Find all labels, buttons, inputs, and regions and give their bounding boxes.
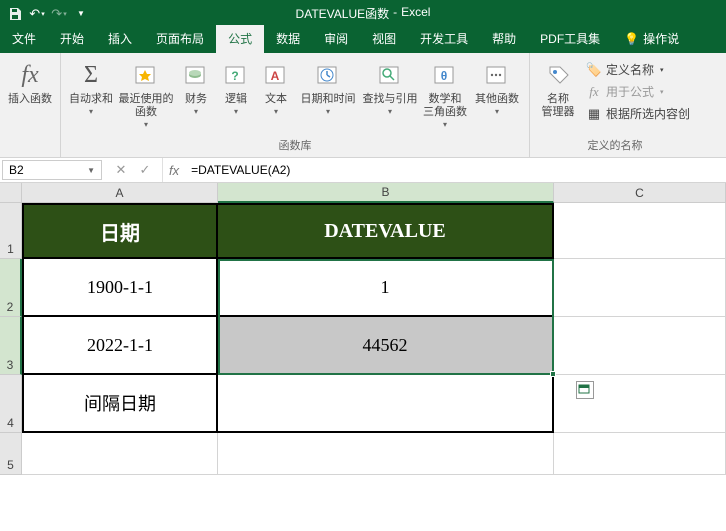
group-label-library: 函数库 bbox=[67, 135, 523, 155]
row-header-4[interactable]: 4 bbox=[0, 375, 22, 433]
tab-insert[interactable]: 插入 bbox=[96, 25, 144, 53]
window-title: DATEVALUE函数 - Excel bbox=[296, 5, 431, 22]
group-label bbox=[6, 135, 54, 151]
cell-c2[interactable] bbox=[554, 259, 726, 317]
redo-button[interactable]: ↷▾ bbox=[48, 3, 70, 25]
lookup-icon bbox=[374, 59, 406, 91]
doc-name: DATEVALUE函数 bbox=[296, 5, 390, 22]
ribbon-group-names: 名称 管理器 🏷️定义名称▾ fx用于公式▾ ▦根据所选内容创 定义的名称 bbox=[530, 53, 700, 157]
tab-review[interactable]: 审阅 bbox=[312, 25, 360, 53]
text-button[interactable]: A文本▾ bbox=[257, 57, 295, 117]
cell-a4[interactable]: 间隔日期 bbox=[22, 375, 218, 433]
financial-button[interactable]: 财务▾ bbox=[177, 57, 215, 117]
tab-dev[interactable]: 开发工具 bbox=[408, 25, 480, 53]
clock-icon bbox=[312, 59, 344, 91]
datetime-button[interactable]: 日期和时间▾ bbox=[297, 57, 359, 117]
row-header-3[interactable]: 3 bbox=[0, 317, 22, 375]
undo-button[interactable]: ↶▾ bbox=[26, 3, 48, 25]
define-icon: 🏷️ bbox=[586, 62, 602, 78]
tab-layout[interactable]: 页面布局 bbox=[144, 25, 216, 53]
tag-icon bbox=[542, 59, 574, 91]
theta-icon: θ bbox=[429, 59, 461, 91]
svg-text:A: A bbox=[271, 69, 280, 83]
star-icon bbox=[130, 59, 162, 91]
app-name: Excel bbox=[401, 5, 430, 22]
more-fn-button[interactable]: 其他函数▾ bbox=[471, 57, 523, 117]
text-a-icon: A bbox=[260, 59, 292, 91]
insert-function-button[interactable]: fx 插入函数 bbox=[6, 57, 54, 106]
col-header-c[interactable]: C bbox=[554, 183, 726, 203]
svg-text:θ: θ bbox=[441, 69, 448, 83]
lightbulb-icon: 💡 bbox=[624, 32, 639, 46]
ribbon: fx 插入函数 Σ自动求和▾ 最近使用的 函数▾ 财务▾ ?逻辑▾ A文本▾ 日… bbox=[0, 53, 726, 158]
formula-icon: fx bbox=[586, 84, 602, 100]
formula-input[interactable]: =DATEVALUE(A2) bbox=[185, 158, 726, 182]
worksheet[interactable]: A B C 1 2 3 4 5 日期 DATEVALUE 1900-1-1 1 … bbox=[0, 183, 726, 523]
cell-a2[interactable]: 1900-1-1 bbox=[22, 259, 218, 317]
define-name-button[interactable]: 🏷️定义名称▾ bbox=[582, 59, 694, 80]
question-icon: ? bbox=[220, 59, 252, 91]
formula-bar-row: B2▼ ✕ ✓ fx =DATEVALUE(A2) bbox=[0, 158, 726, 183]
autosum-button[interactable]: Σ自动求和▾ bbox=[67, 57, 115, 117]
use-in-formula-button[interactable]: fx用于公式▾ bbox=[582, 81, 694, 102]
row-header-5[interactable]: 5 bbox=[0, 433, 22, 475]
fill-handle[interactable] bbox=[550, 371, 556, 377]
row-header-1[interactable]: 1 bbox=[0, 203, 22, 259]
ribbon-group-insert-fn: fx 插入函数 bbox=[0, 53, 61, 157]
cell-a5[interactable] bbox=[22, 433, 218, 475]
lookup-button[interactable]: 查找与引用▾ bbox=[361, 57, 419, 117]
cell-a3[interactable]: 2022-1-1 bbox=[22, 317, 218, 375]
cancel-formula-button[interactable]: ✕ bbox=[110, 160, 132, 180]
create-from-selection-button[interactable]: ▦根据所选内容创 bbox=[582, 103, 694, 124]
svg-text:?: ? bbox=[231, 69, 238, 83]
autofill-options-button[interactable] bbox=[576, 381, 594, 399]
cell-b5[interactable] bbox=[218, 433, 554, 475]
tab-data[interactable]: 数据 bbox=[264, 25, 312, 53]
sigma-icon: Σ bbox=[75, 59, 107, 91]
title-sep: - bbox=[393, 5, 397, 22]
row-header-2[interactable]: 2 bbox=[0, 259, 22, 317]
group-label-names: 定义的名称 bbox=[536, 135, 694, 155]
cell-c3[interactable] bbox=[554, 317, 726, 375]
qat-customize[interactable]: ▼ bbox=[70, 3, 92, 25]
column-headers: A B C bbox=[22, 183, 726, 203]
save-button[interactable] bbox=[4, 3, 26, 25]
cell-b1[interactable]: DATEVALUE bbox=[218, 203, 554, 259]
cell-c5[interactable] bbox=[554, 433, 726, 475]
cell-b4[interactable] bbox=[218, 375, 554, 433]
chevron-down-icon: ▼ bbox=[87, 166, 95, 175]
cell-b2[interactable]: 1 bbox=[218, 259, 554, 317]
ribbon-tabs: 文件 开始 插入 页面布局 公式 数据 审阅 视图 开发工具 帮助 PDF工具集… bbox=[0, 27, 726, 53]
fx-icon[interactable]: fx bbox=[163, 158, 185, 182]
col-header-b[interactable]: B bbox=[218, 183, 554, 203]
selection-icon: ▦ bbox=[586, 106, 602, 122]
math-button[interactable]: θ数学和 三角函数▾ bbox=[421, 57, 469, 130]
tab-formulas[interactable]: 公式 bbox=[216, 25, 264, 53]
tab-view[interactable]: 视图 bbox=[360, 25, 408, 53]
enter-formula-button[interactable]: ✓ bbox=[134, 160, 156, 180]
name-box[interactable]: B2▼ bbox=[2, 160, 102, 180]
tab-help[interactable]: 帮助 bbox=[480, 25, 528, 53]
cell-c1[interactable] bbox=[554, 203, 726, 259]
tab-file[interactable]: 文件 bbox=[0, 25, 48, 53]
col-header-a[interactable]: A bbox=[22, 183, 218, 203]
more-icon bbox=[481, 59, 513, 91]
recent-button[interactable]: 最近使用的 函数▾ bbox=[117, 57, 175, 130]
title-bar: ↶▾ ↷▾ ▼ DATEVALUE函数 - Excel bbox=[0, 0, 726, 27]
tab-tellme[interactable]: 💡操作说 bbox=[612, 25, 691, 53]
logical-button[interactable]: ?逻辑▾ bbox=[217, 57, 255, 117]
select-all-corner[interactable] bbox=[0, 183, 22, 203]
cell-b3[interactable]: 44562 bbox=[218, 317, 554, 375]
tab-pdf[interactable]: PDF工具集 bbox=[528, 25, 612, 53]
name-manager-button[interactable]: 名称 管理器 bbox=[536, 57, 580, 119]
ribbon-group-library: Σ自动求和▾ 最近使用的 函数▾ 财务▾ ?逻辑▾ A文本▾ 日期和时间▾ 查找… bbox=[61, 53, 530, 157]
row-headers: 1 2 3 4 5 bbox=[0, 203, 22, 475]
money-icon bbox=[180, 59, 212, 91]
cell-a1[interactable]: 日期 bbox=[22, 203, 218, 259]
tab-home[interactable]: 开始 bbox=[48, 25, 96, 53]
fx-icon: fx bbox=[14, 59, 46, 91]
